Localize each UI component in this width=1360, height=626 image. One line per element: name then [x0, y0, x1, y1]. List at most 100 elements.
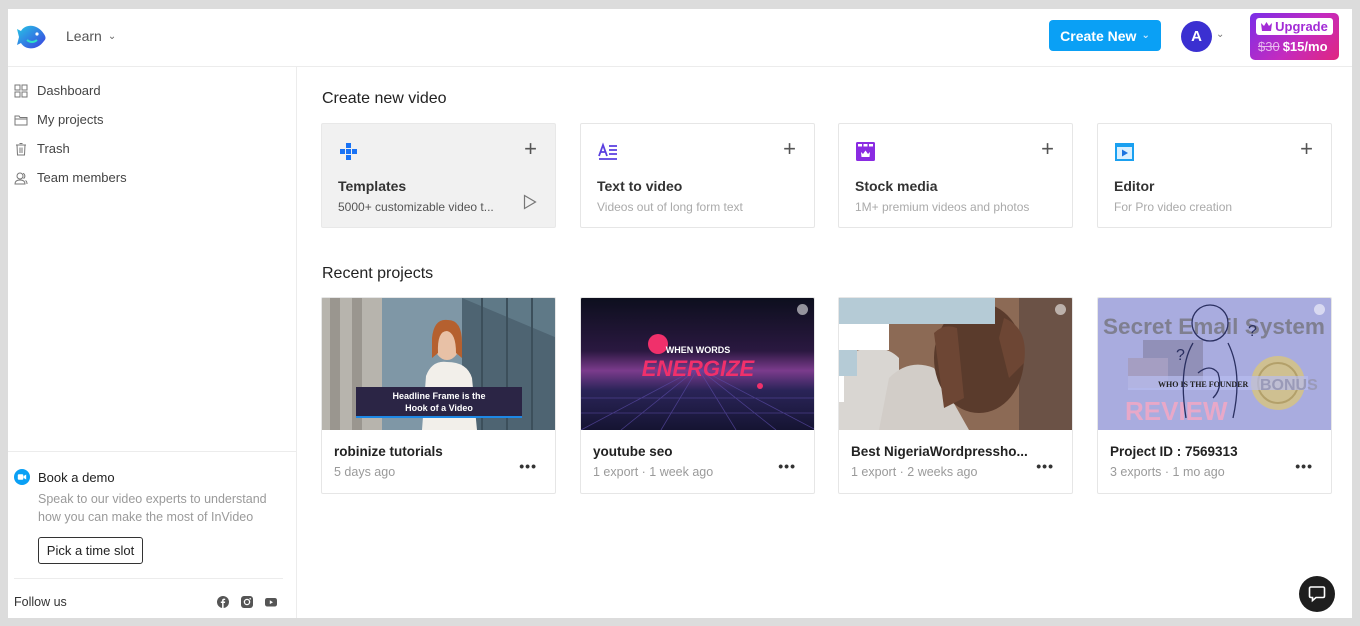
book-demo-title: Book a demo	[14, 469, 115, 485]
create-card-description: 1M+ premium videos and photos	[855, 200, 1030, 214]
plus-icon[interactable]: +	[783, 138, 796, 160]
upgrade-price: $30 $15/mo	[1258, 39, 1328, 54]
thumb-caption: Secret Email System	[1103, 314, 1325, 339]
play-icon[interactable]	[523, 194, 537, 210]
project-meta: 1 export · 2 weeks ago	[851, 465, 978, 479]
sidebar-item-label: Team members	[37, 170, 127, 185]
more-options-icon[interactable]: •••	[519, 458, 537, 474]
crown-badge-icon	[1314, 304, 1325, 315]
learn-label: Learn	[66, 28, 102, 44]
create-card-title: Templates	[338, 178, 407, 194]
learn-dropdown[interactable]: Learn ⌄	[66, 28, 116, 44]
create-new-label: Create New	[1060, 27, 1137, 44]
instagram-icon[interactable]	[241, 596, 253, 608]
sidebar-item-label: My projects	[37, 112, 104, 127]
sidebar-item-team-members[interactable]: Team members	[14, 170, 127, 185]
more-options-icon[interactable]: •••	[1295, 458, 1313, 474]
app-window: Learn ⌄ Create New ⌄ A ⌄ Upgrade $30 $15/…	[8, 9, 1352, 618]
facebook-icon[interactable]	[217, 596, 229, 608]
top-bar: Learn ⌄ Create New ⌄ A ⌄ Upgrade $30 $15/…	[8, 9, 1352, 67]
sidebar-item-dashboard[interactable]: Dashboard	[14, 83, 101, 98]
old-price: $30	[1258, 39, 1280, 54]
youtube-icon[interactable]	[265, 596, 277, 608]
project-card[interactable]: Secret Email System WHO IS THE FOUNDER B…	[1097, 297, 1332, 494]
folder-icon	[14, 115, 28, 125]
thumb-caption: WHO IS THE FOUNDER	[1158, 380, 1249, 389]
book-demo-panel: Book a demo Speak to our video experts t…	[8, 451, 297, 609]
chevron-down-icon: ⌄	[1141, 30, 1150, 41]
create-card-description: Videos out of long form text	[597, 200, 743, 214]
stock-media-icon	[856, 142, 875, 161]
invideo-logo-icon[interactable]	[15, 22, 47, 52]
upgrade-label: Upgrade	[1275, 19, 1328, 34]
crown-badge-icon	[797, 304, 808, 315]
book-demo-description: Speak to our video experts to understand…	[38, 492, 267, 524]
create-card-editor[interactable]: + Editor For Pro video creation	[1097, 123, 1332, 228]
templates-icon	[340, 143, 357, 160]
crown-icon	[1261, 22, 1273, 31]
svg-text:?: ?	[1176, 347, 1185, 364]
sidebar-item-label: Trash	[37, 141, 70, 156]
chat-support-button[interactable]	[1299, 576, 1335, 612]
new-price: $15/mo	[1282, 39, 1328, 54]
thumb-caption: Hook of a Video	[405, 403, 473, 413]
create-new-button[interactable]: Create New ⌄	[1049, 20, 1161, 51]
sidebar: Dashboard My projects Trash Team members…	[8, 67, 297, 618]
grid-icon	[14, 84, 28, 97]
project-card[interactable]: Headline Frame is the Hook of a Video ro…	[321, 297, 556, 494]
pick-time-slot-button[interactable]: Pick a time slot	[38, 537, 143, 564]
book-demo-label: Book a demo	[38, 469, 115, 485]
project-meta: 5 days ago	[334, 465, 396, 479]
upgrade-pill: Upgrade	[1256, 18, 1333, 35]
project-title: robinize tutorials	[334, 444, 443, 459]
create-card-description: For Pro video creation	[1114, 200, 1233, 214]
project-title: Best NigeriaWordpressho...	[851, 444, 1028, 459]
project-card[interactable]: WHEN WORDS ENERGIZE youtube seo 1 export…	[580, 297, 815, 494]
project-meta: 1 export · 1 week ago	[593, 465, 714, 479]
project-title: youtube seo	[593, 444, 673, 459]
project-meta: 3 exports · 1 mo ago	[1110, 465, 1225, 479]
create-card-description: 5000+ customizable video t...	[338, 200, 494, 214]
thumb-caption: REVIEW	[1125, 396, 1228, 426]
project-thumbnail	[839, 298, 1072, 430]
plus-icon[interactable]: +	[524, 138, 537, 160]
create-card-templates[interactable]: + Templates 5000+ customizable video t..…	[321, 123, 556, 228]
trash-icon	[16, 142, 26, 155]
svg-text:?: ?	[1248, 323, 1257, 340]
create-card-title: Editor	[1114, 178, 1155, 194]
chevron-down-icon: ⌄	[107, 30, 117, 42]
account-chevron-down-icon[interactable]: ⌄	[1216, 29, 1224, 40]
video-camera-icon	[14, 469, 30, 485]
crown-badge-icon	[1055, 304, 1066, 315]
upgrade-button[interactable]: Upgrade $30 $15/mo	[1250, 13, 1339, 60]
project-thumbnail: Headline Frame is the Hook of a Video	[322, 298, 555, 430]
sidebar-item-my-projects[interactable]: My projects	[14, 112, 103, 127]
follow-us-label: Follow us	[14, 595, 67, 609]
more-options-icon[interactable]: •••	[1036, 458, 1054, 474]
thumb-caption: Headline Frame is the	[392, 391, 485, 401]
avatar[interactable]: A	[1181, 21, 1212, 52]
recent-projects-title: Recent projects	[322, 265, 434, 282]
plus-icon[interactable]: +	[1041, 138, 1054, 160]
thumb-caption: ENERGIZE	[642, 356, 756, 381]
plus-icon[interactable]: +	[1300, 138, 1313, 160]
project-card[interactable]: Best NigeriaWordpressho... 1 export · 2 …	[838, 297, 1073, 494]
project-thumbnail: WHEN WORDS ENERGIZE	[581, 298, 814, 430]
chat-bubble-icon	[1308, 586, 1326, 603]
sidebar-item-trash[interactable]: Trash	[14, 141, 70, 156]
create-card-title: Stock media	[855, 178, 938, 194]
sidebar-item-label: Dashboard	[37, 83, 101, 98]
create-card-title: Text to video	[597, 178, 683, 194]
create-new-video-title: Create new video	[322, 90, 447, 107]
project-thumbnail: Secret Email System WHO IS THE FOUNDER B…	[1098, 298, 1331, 430]
thumb-caption: BONUS	[1260, 377, 1318, 394]
editor-icon	[1115, 143, 1134, 161]
text-to-video-icon	[598, 142, 617, 160]
more-options-icon[interactable]: •••	[778, 458, 796, 474]
project-title: Project ID : 7569313	[1110, 444, 1238, 459]
thumb-caption: WHEN WORDS	[666, 345, 731, 355]
avatar-initial: A	[1191, 28, 1202, 45]
create-card-stock-media[interactable]: + Stock media 1M+ premium videos and pho…	[838, 123, 1073, 228]
create-card-text-to-video[interactable]: + Text to video Videos out of long form …	[580, 123, 815, 228]
users-icon	[14, 172, 28, 184]
